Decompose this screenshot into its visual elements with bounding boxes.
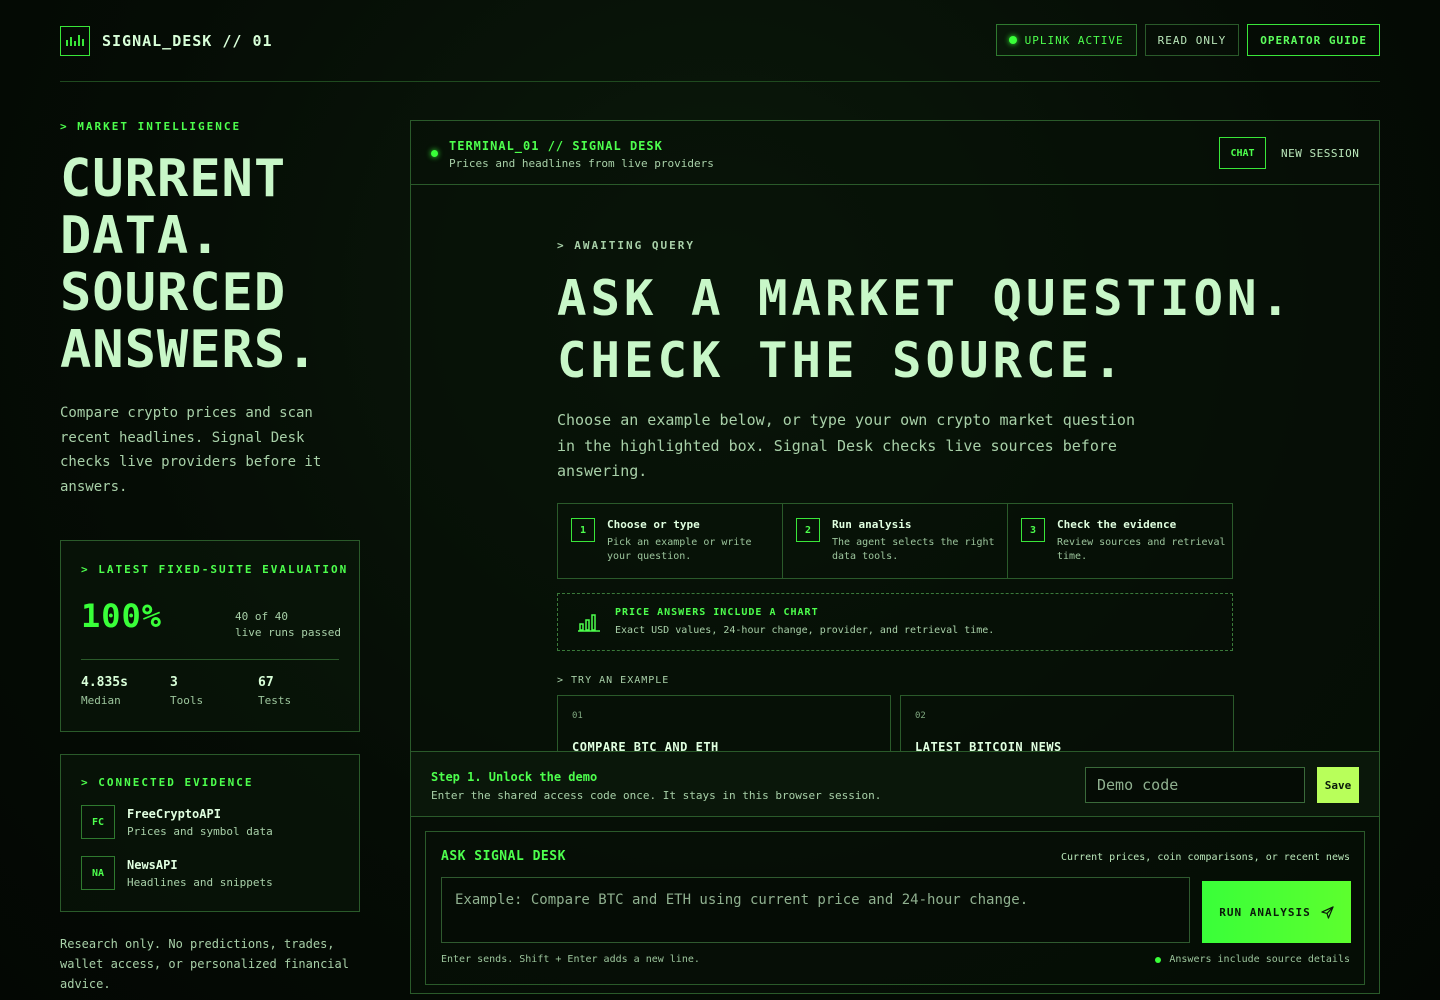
- chart-note: PRICE ANSWERS INCLUDE A CHART Exact USD …: [557, 593, 1233, 651]
- stat-tests: 67 Tests: [258, 675, 291, 707]
- step-desc: The agent selects the right data tools.: [832, 537, 995, 562]
- awaiting-kicker: > AWAITING QUERY: [557, 239, 695, 252]
- status-dot-icon: [1008, 36, 1017, 44]
- stat-label: Tests: [258, 694, 292, 707]
- step-desc: Pick an example or write your question.: [607, 537, 752, 562]
- evaluation-percent: 100%: [81, 597, 163, 635]
- steps-row: 1 Choose or type Pick an example or writ…: [557, 503, 1233, 579]
- hero-title-line: SOURCED: [60, 263, 287, 323]
- unlock-desc: Enter the shared access code once. It st…: [431, 789, 882, 802]
- evaluation-note: 40 of 40 live runs passed: [235, 609, 341, 641]
- step-number: 1: [571, 518, 595, 542]
- header-divider: [60, 81, 1380, 82]
- hero-title-line: CURRENT: [60, 149, 287, 209]
- hero-description: Compare crypto prices and scan recent he…: [60, 405, 322, 495]
- chart-note-title: PRICE ANSWERS INCLUDE A CHART: [615, 607, 819, 618]
- provider-badge: FC: [81, 805, 115, 839]
- panel-subtitle: Prices and headlines from live providers: [449, 157, 714, 170]
- evidence-kicker: > CONNECTED EVIDENCE: [81, 776, 254, 789]
- status-dot-icon: [1155, 956, 1162, 963]
- try-example-kicker: > TRY AN EXAMPLE: [557, 675, 670, 686]
- save-button[interactable]: Save: [1317, 767, 1359, 803]
- question-input[interactable]: [441, 877, 1190, 943]
- step-title: Check the evidence: [1057, 518, 1177, 531]
- step-item: 3 Check the evidence Review sources and …: [1008, 504, 1232, 578]
- demo-code-input[interactable]: [1085, 767, 1305, 803]
- run-analysis-label: RUN ANALYSIS: [1219, 905, 1311, 919]
- intro-column: > MARKET INTELLIGENCE CURRENT DATA. SOUR…: [60, 120, 360, 499]
- terminal-panel: TERMINAL_01 // SIGNAL DESK Prices and he…: [410, 120, 1380, 994]
- headline-line: CHECK THE SOURCE.: [557, 332, 1127, 389]
- step-title: Run analysis: [832, 518, 912, 531]
- provider-name: FreeCryptoAPI: [127, 807, 221, 821]
- stat-value: 3: [170, 675, 178, 690]
- read-only-badge: READ ONLY: [1144, 24, 1240, 56]
- provider-name: NewsAPI: [127, 858, 178, 872]
- panel-header: TERMINAL_01 // SIGNAL DESK Prices and he…: [411, 121, 1379, 185]
- brand-title: SIGNAL_DESK // 01: [102, 32, 273, 50]
- stat-label: Tools: [170, 694, 204, 707]
- hero-title-line: ANSWERS.: [60, 320, 319, 380]
- hero-title: CURRENT DATA. SOURCED ANSWERS.: [60, 151, 360, 379]
- ask-note: Current prices, coin comparisons, or rec…: [1061, 852, 1350, 863]
- ask-title: ASK SIGNAL DESK: [441, 849, 566, 864]
- disclaimer: Research only. No predictions, trades, w…: [60, 937, 349, 991]
- provider-desc: Headlines and snippets: [127, 876, 273, 889]
- uplink-label: UPLINK ACTIVE: [1024, 33, 1124, 47]
- stat-tools: 3 Tools: [170, 675, 203, 707]
- step-number: 3: [1021, 518, 1045, 542]
- step-item: 1 Choose or type Pick an example or writ…: [558, 504, 783, 578]
- divider: [81, 659, 339, 660]
- panel-title: TERMINAL_01 // SIGNAL DESK: [449, 139, 663, 153]
- equalizer-icon: [60, 26, 90, 56]
- welcome-content: > AWAITING QUERY ASK A MARKET QUESTION. …: [557, 239, 1295, 485]
- evaluation-kicker: > LATEST FIXED-SUITE EVALUATION: [81, 563, 349, 576]
- chart-note-desc: Exact USD values, 24-hour change, provid…: [615, 625, 995, 636]
- stat-label: Median: [81, 694, 121, 707]
- stat-median: 4.835s Median: [81, 675, 128, 707]
- top-bar: SIGNAL_DESK // 01 UPLINK ACTIVE READ ONL…: [60, 24, 1380, 58]
- bar-chart-icon: [578, 614, 600, 632]
- evaluation-card: > LATEST FIXED-SUITE EVALUATION 100% 40 …: [60, 540, 360, 732]
- stat-value: 4.835s: [81, 675, 128, 690]
- example-number: 02: [915, 711, 926, 721]
- source-note: Answers include source details: [1155, 954, 1350, 965]
- top-actions: UPLINK ACTIVE READ ONLY OPERATOR GUIDE: [995, 24, 1380, 56]
- example-number: 01: [572, 711, 583, 721]
- unlock-bar: Step 1. Unlock the demo Enter the shared…: [411, 751, 1379, 817]
- send-icon: [1321, 905, 1334, 919]
- tab-chat[interactable]: CHAT: [1219, 137, 1266, 169]
- evaluation-note-count: 40 of 40: [235, 610, 288, 623]
- step-number: 2: [796, 518, 820, 542]
- operator-guide-button[interactable]: OPERATOR GUIDE: [1247, 24, 1380, 56]
- unlock-title: Step 1. Unlock the demo: [431, 770, 598, 784]
- headline-line: ASK A MARKET QUESTION.: [557, 270, 1295, 327]
- welcome-lead: Choose an example below, or type your ow…: [557, 411, 1135, 480]
- step-item: 2 Run analysis The agent selects the rig…: [783, 504, 1008, 578]
- evaluation-note-label: live runs passed: [235, 626, 341, 639]
- welcome-headline: ASK A MARKET QUESTION. CHECK THE SOURCE.: [557, 268, 1295, 392]
- stat-value: 67: [258, 675, 274, 690]
- source-note-label: Answers include source details: [1169, 954, 1350, 965]
- step-desc: Review sources and retrieval time.: [1057, 537, 1226, 562]
- keyboard-hint: Enter sends. Shift + Enter adds a new li…: [441, 954, 700, 965]
- hero-title-line: DATA.: [60, 206, 222, 266]
- run-analysis-button[interactable]: RUN ANALYSIS: [1202, 881, 1351, 943]
- status-dot-icon: [431, 150, 438, 157]
- step-title: Choose or type: [607, 518, 700, 531]
- ask-box: ASK SIGNAL DESK Current prices, coin com…: [425, 831, 1365, 985]
- uplink-status: UPLINK ACTIVE: [995, 24, 1137, 56]
- new-session-button[interactable]: NEW SESSION: [1281, 147, 1359, 160]
- provider-badge: NA: [81, 856, 115, 890]
- intro-kicker: > MARKET INTELLIGENCE: [60, 120, 242, 133]
- connected-evidence-card: > CONNECTED EVIDENCE FC FreeCryptoAPI Pr…: [60, 754, 360, 912]
- provider-desc: Prices and symbol data: [127, 825, 273, 838]
